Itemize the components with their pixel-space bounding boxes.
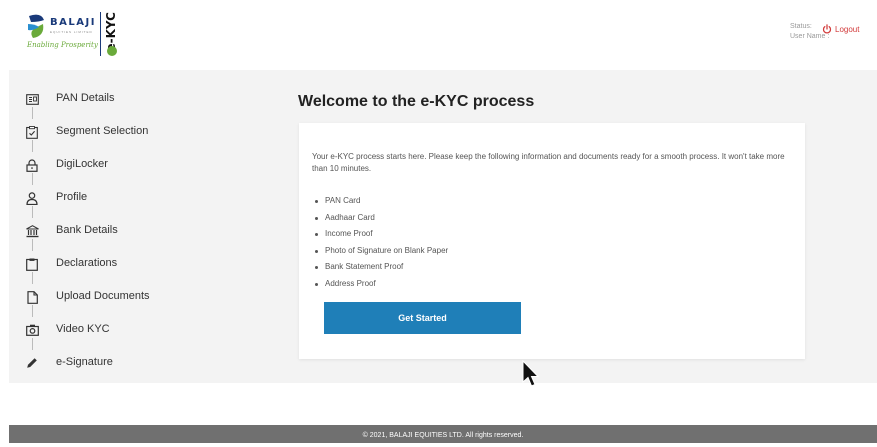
logout-label: Logout bbox=[835, 24, 860, 34]
logout-button[interactable]: Logout bbox=[822, 24, 859, 34]
footer: © 2021, BALAJI EQUITIES LTD. All rights … bbox=[9, 425, 877, 443]
ekyc-dot-icon bbox=[107, 46, 117, 56]
intro-text: Your e-KYC process starts here. Please k… bbox=[312, 152, 785, 173]
copyright-text: © 2021, BALAJI EQUITIES LTD. All rights … bbox=[362, 432, 524, 439]
list-item: Income Proof bbox=[312, 228, 448, 245]
step-label: PAN Details bbox=[56, 92, 115, 104]
id-card-icon bbox=[24, 91, 40, 107]
step-label: Declarations bbox=[56, 257, 118, 269]
step-label: Upload Documents bbox=[56, 290, 150, 302]
required-documents-list: PAN Card Aadhaar Card Income Proof Photo… bbox=[312, 195, 448, 294]
list-item: Photo of Signature on Blank Paper bbox=[312, 245, 448, 262]
get-started-button[interactable]: Get Started bbox=[324, 302, 521, 334]
step-connector bbox=[32, 338, 33, 350]
camera-icon bbox=[24, 322, 40, 338]
pen-icon bbox=[24, 355, 40, 371]
brand-name: BALAJI bbox=[50, 17, 96, 28]
step-label: Video KYC bbox=[56, 323, 110, 335]
clipboard-icon bbox=[24, 256, 40, 272]
logo-divider bbox=[100, 12, 101, 56]
bank-icon bbox=[24, 223, 40, 239]
document-icon bbox=[24, 289, 40, 305]
brand-tagline: Enabling Prosperity bbox=[27, 41, 98, 49]
list-item: Aadhaar Card bbox=[312, 212, 448, 229]
clipboard-check-icon bbox=[24, 124, 40, 140]
step-connector bbox=[32, 305, 33, 317]
step-connector bbox=[32, 206, 33, 218]
logo-mark-icon bbox=[28, 14, 44, 38]
step-connector bbox=[32, 140, 33, 152]
step-label: e-Signature bbox=[56, 356, 113, 368]
list-item: PAN Card bbox=[312, 195, 448, 212]
step-label: DigiLocker bbox=[56, 158, 108, 170]
step-connector bbox=[32, 107, 33, 119]
step-label: Bank Details bbox=[56, 224, 118, 236]
step-label: Segment Selection bbox=[56, 125, 149, 137]
lock-icon bbox=[24, 157, 40, 173]
step-label: Profile bbox=[56, 191, 88, 203]
step-connector bbox=[32, 272, 33, 284]
power-icon bbox=[822, 24, 832, 34]
welcome-card: Your e-KYC process starts here. Please k… bbox=[299, 123, 805, 359]
list-item: Bank Statement Proof bbox=[312, 261, 448, 278]
company-logo[interactable]: BALAJI EQUITIES LIMITED Enabling Prosper… bbox=[25, 10, 135, 58]
step-connector bbox=[32, 239, 33, 251]
header: BALAJI EQUITIES LIMITED Enabling Prosper… bbox=[0, 0, 877, 68]
ekyc-mark: e-KYC bbox=[104, 12, 122, 56]
list-item: Address Proof bbox=[312, 278, 448, 295]
user-icon bbox=[24, 190, 40, 206]
brand-subtitle: EQUITIES LIMITED bbox=[50, 30, 93, 34]
step-connector bbox=[32, 173, 33, 185]
page-title: Welcome to the e-KYC process bbox=[298, 93, 535, 110]
mouse-cursor-icon bbox=[522, 360, 540, 387]
